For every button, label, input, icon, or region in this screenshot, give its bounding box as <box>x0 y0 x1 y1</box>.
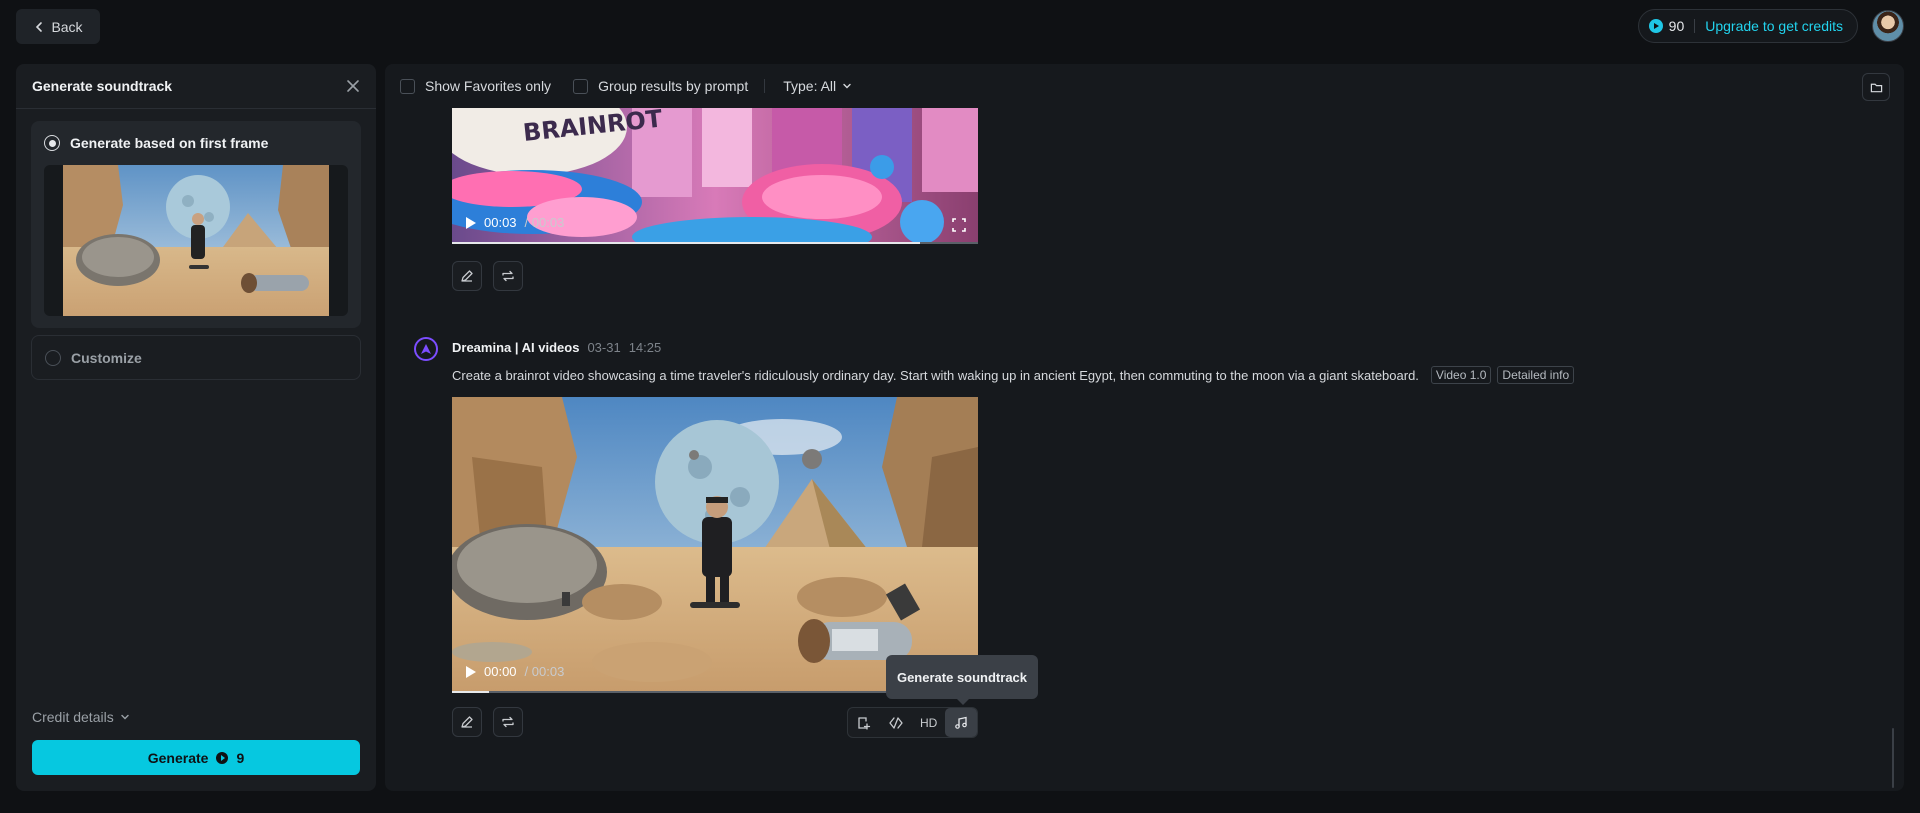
first-frame-preview <box>44 165 348 316</box>
option-customize-label: Customize <box>71 349 142 366</box>
favorites-checkbox[interactable] <box>400 78 415 94</box>
soundtrack-button[interactable] <box>944 708 977 737</box>
extend-button[interactable] <box>848 708 880 737</box>
pill-divider <box>1694 19 1696 33</box>
result-prompt-row: Create a brainrot video showcasing a tim… <box>452 366 1575 384</box>
video-2-current-time: 00:00 <box>484 664 517 679</box>
credits-pill[interactable]: 90 Upgrade to get credits <box>1637 9 1858 43</box>
video-tools: HD <box>847 707 978 738</box>
folder-button[interactable] <box>1862 73 1890 101</box>
group-label: Group results by prompt <box>598 78 749 94</box>
back-label: Back <box>51 18 83 35</box>
video-2-duration: / 00:03 <box>524 664 565 679</box>
results-panel: Show Favorites only Group results by pro… <box>385 64 1904 791</box>
back-button[interactable]: Back <box>16 9 100 44</box>
radio-first-frame[interactable] <box>44 135 60 151</box>
regenerate-button-1[interactable] <box>493 261 523 291</box>
pencil-icon <box>461 270 473 282</box>
type-dropdown[interactable]: Type: All <box>783 78 852 94</box>
video-1-duration: / 00:03 <box>524 215 565 230</box>
video-2-frame <box>452 397 978 693</box>
music-note-icon <box>955 716 967 729</box>
fullscreen-icon[interactable] <box>952 218 966 232</box>
dreamina-logo-icon <box>414 337 438 361</box>
upgrade-link[interactable]: Upgrade to get credits <box>1705 18 1843 34</box>
video-player-2[interactable]: 00:00 / 00:03 <box>452 397 978 693</box>
soundtrack-tooltip: Generate soundtrack <box>886 655 1038 705</box>
credits-count: 90 <box>1668 18 1685 34</box>
option-first-frame[interactable]: Generate based on first frame <box>31 121 361 328</box>
credit-coin-icon <box>1648 19 1663 33</box>
option-customize[interactable]: Customize <box>31 335 361 380</box>
results-scrollbar[interactable] <box>1892 728 1894 788</box>
result-time: 14:25 <box>628 340 662 355</box>
play-icon[interactable] <box>466 216 476 229</box>
repeat-icon <box>502 716 514 728</box>
video-1-controls: 00:03 / 00:03 <box>466 215 564 230</box>
diamond-arrows-icon <box>889 716 904 729</box>
favorites-label: Show Favorites only <box>425 78 552 94</box>
credit-details-label: Credit details <box>32 709 114 725</box>
generate-cost: 9 <box>236 749 245 766</box>
result-meta: Dreamina | AI videos 03-31 14:25 <box>452 340 661 355</box>
first-frame-image <box>63 165 329 316</box>
chevron-left-icon <box>36 21 43 32</box>
video-2-controls: 00:00 / 00:03 <box>466 664 564 679</box>
toolbar-divider <box>764 79 766 93</box>
hd-button[interactable]: HD <box>913 708 945 737</box>
generate-button[interactable]: Generate 9 <box>32 740 360 775</box>
edit-button-2[interactable] <box>452 707 482 737</box>
avatar[interactable] <box>1872 10 1904 42</box>
favorites-filter[interactable]: Show Favorites only <box>400 78 551 94</box>
video-2-progress-fill <box>452 691 489 693</box>
group-checkbox[interactable] <box>573 78 589 94</box>
video-1-progress-fill <box>452 242 921 244</box>
play-icon[interactable] <box>466 665 476 678</box>
extend-frame-icon <box>858 716 871 730</box>
credit-coin-icon <box>216 751 229 764</box>
group-filter[interactable]: Group results by prompt <box>573 78 748 94</box>
radio-customize[interactable] <box>45 349 61 366</box>
option-first-frame-label: Generate based on first frame <box>70 135 269 151</box>
repeat-icon <box>502 270 514 282</box>
type-label: Type: All <box>783 78 837 94</box>
detailed-info-tag[interactable]: Detailed info <box>1497 366 1575 384</box>
panel-title: Generate soundtrack <box>32 78 173 94</box>
result-prompt: Create a brainrot video showcasing a tim… <box>452 367 1419 383</box>
folder-icon <box>1870 83 1882 92</box>
credit-details-toggle[interactable]: Credit details <box>32 709 130 725</box>
chevron-down-icon <box>843 83 851 89</box>
video-1-current-time: 00:03 <box>484 215 517 230</box>
pencil-icon <box>461 716 473 728</box>
result-author: Dreamina | AI videos <box>452 340 580 355</box>
results-toolbar: Show Favorites only Group results by pro… <box>385 64 1904 108</box>
generate-label: Generate <box>147 749 209 766</box>
video-1-progress[interactable] <box>452 242 978 244</box>
chevron-down-icon <box>121 714 129 720</box>
edit-button-1[interactable] <box>452 261 482 291</box>
video-player-1[interactable]: BRAINROT 00:03 / 00:03 <box>452 107 978 244</box>
panel-header: Generate soundtrack <box>16 64 376 109</box>
account-area: 90 Upgrade to get credits <box>1637 9 1904 43</box>
result-date: 03-31 <box>587 340 621 355</box>
soundtrack-panel: Generate soundtrack Generate based on fi… <box>16 64 376 791</box>
model-tag: Video 1.0 <box>1430 366 1492 384</box>
regenerate-button-2[interactable] <box>493 707 523 737</box>
close-icon[interactable] <box>346 79 360 93</box>
interpolate-button[interactable] <box>880 708 912 737</box>
